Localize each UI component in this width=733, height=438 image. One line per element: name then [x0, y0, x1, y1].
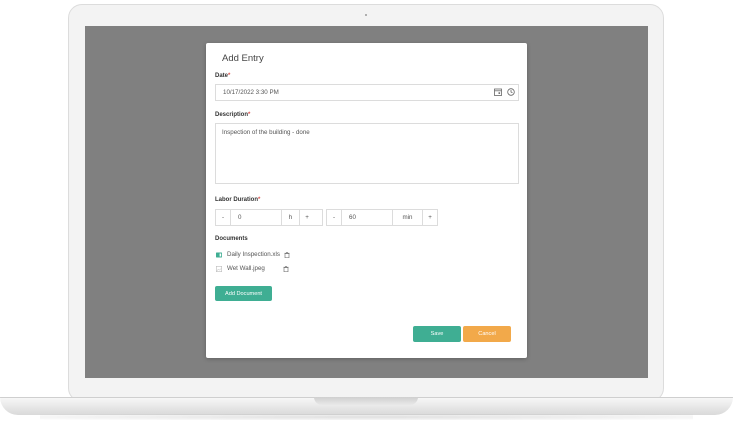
clock-icon[interactable] [507, 88, 515, 96]
calendar-icon[interactable] [494, 88, 502, 96]
trash-icon[interactable] [284, 251, 290, 258]
hours-input[interactable]: 0 [231, 210, 282, 225]
minutes-decrement-button[interactable]: - [327, 210, 342, 225]
minutes-increment-button[interactable]: + [423, 210, 437, 225]
laptop-notch [314, 397, 418, 405]
minutes-unit: min [393, 210, 423, 225]
hours-unit: h [282, 210, 300, 225]
modal-title: Add Entry [222, 53, 264, 64]
description-textarea[interactable]: Inspection of the building - done [215, 123, 519, 184]
image-file-icon [216, 265, 222, 272]
hours-stepper: - 0 h + [215, 209, 323, 226]
spreadsheet-icon [216, 252, 222, 257]
minutes-stepper: - 60 min + [326, 209, 438, 226]
hours-increment-button[interactable]: + [300, 210, 314, 225]
document-item[interactable]: Wet Wall.jpeg [216, 265, 289, 272]
document-item[interactable]: Daily Inspection.xls [216, 251, 290, 258]
document-name[interactable]: Daily Inspection.xls [227, 251, 280, 258]
save-button[interactable]: Save [413, 326, 461, 342]
minutes-input[interactable]: 60 [342, 210, 393, 225]
date-input[interactable]: 10/17/2022 3:30 PM [215, 84, 519, 101]
hours-decrement-button[interactable]: - [216, 210, 231, 225]
laptop-shadow [40, 414, 693, 420]
trash-icon[interactable] [283, 265, 289, 272]
add-document-button[interactable]: Add Document [215, 286, 272, 301]
add-entry-modal: Add Entry Date* 10/17/2022 3:30 PM Descr… [206, 43, 527, 358]
description-value: Inspection of the building - done [222, 129, 310, 136]
document-name[interactable]: Wet Wall.jpeg [227, 265, 265, 272]
labor-duration-label: Labor Duration* [215, 197, 261, 203]
cancel-button[interactable]: Cancel [463, 326, 511, 342]
date-value: 10/17/2022 3:30 PM [223, 89, 279, 96]
date-label: Date* [215, 73, 231, 79]
documents-label: Documents [215, 236, 248, 242]
webcam-dot [365, 14, 367, 16]
description-label: Description* [215, 112, 251, 118]
